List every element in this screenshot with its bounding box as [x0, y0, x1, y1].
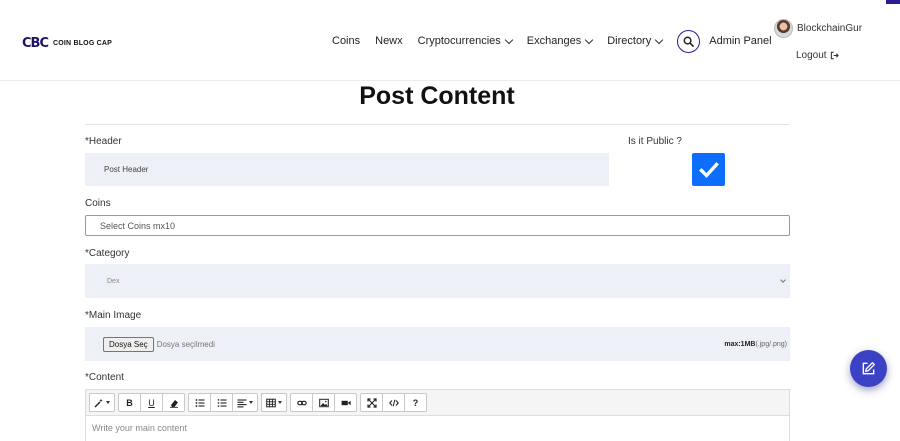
- file-limit-types: (.jpg/.png): [755, 340, 787, 348]
- caret-down-icon: [278, 401, 282, 404]
- avatar: [774, 19, 793, 38]
- nav-item-label: Admin Panel: [709, 35, 772, 47]
- bold-button[interactable]: B: [118, 393, 141, 412]
- coins-label: Coins: [85, 198, 111, 209]
- numbered-list-icon: [217, 398, 226, 407]
- header-input[interactable]: Post Header: [85, 153, 609, 186]
- main-nav: Coins Newx Cryptocurrencies Exchanges Di…: [332, 28, 787, 54]
- username: BlockchainGur: [797, 23, 863, 34]
- user-menu[interactable]: BlockchainGur: [774, 19, 862, 38]
- content-editor-area[interactable]: Write your main content: [86, 416, 789, 440]
- content-label: *Content: [85, 372, 124, 383]
- content-editor: B U ? Write your main content: [85, 389, 790, 441]
- header-placeholder: Post Header: [104, 165, 149, 174]
- chevron-down-icon: [584, 35, 594, 44]
- nav-item-newx[interactable]: Newx: [375, 35, 403, 47]
- align-left-icon: [237, 398, 247, 407]
- help-icon: ?: [412, 397, 419, 408]
- main-image-field: Dosya Seç Dosya seçilmedi max:1MB(.jpg/.…: [85, 327, 790, 361]
- chevron-down-icon: [654, 35, 664, 44]
- image-icon: [318, 398, 329, 407]
- nav-item-label: Newx: [375, 35, 403, 47]
- file-limit: max:1MB(.jpg/.png): [724, 341, 787, 348]
- bullet-list-button[interactable]: [188, 393, 211, 412]
- image-button[interactable]: [312, 393, 335, 412]
- link-button[interactable]: [290, 393, 313, 412]
- category-select[interactable]: Dex: [85, 264, 790, 298]
- category-label: *Category: [85, 248, 130, 259]
- code-icon: [388, 399, 399, 406]
- search-icon: [683, 36, 695, 47]
- link-icon: [296, 400, 307, 405]
- edit-icon: [862, 362, 875, 375]
- header-label: *Header: [85, 136, 122, 147]
- bold-icon: B: [126, 397, 133, 408]
- table-icon: [266, 398, 276, 407]
- paragraph-align-button[interactable]: [232, 393, 258, 412]
- chevron-down-icon: [780, 277, 786, 283]
- corner-accent: [886, 0, 900, 4]
- logo-text: COIN BLOG CAP: [53, 40, 112, 47]
- underline-icon: U: [148, 397, 155, 408]
- divider: [85, 124, 790, 125]
- is-public-checkbox[interactable]: [692, 153, 725, 186]
- caret-down-icon: [106, 401, 110, 404]
- nav-item-cryptocurrencies[interactable]: Cryptocurrencies: [417, 35, 514, 47]
- is-public-label: Is it Public ?: [628, 136, 682, 147]
- chevron-down-icon: [504, 35, 514, 44]
- fullscreen-button[interactable]: [360, 393, 383, 412]
- help-button[interactable]: ?: [404, 393, 427, 412]
- file-status: Dosya seçilmedi: [156, 339, 215, 349]
- logout-link[interactable]: Logout: [796, 50, 839, 61]
- main-image-label: *Main Image: [85, 310, 142, 321]
- bullet-list-icon: [195, 398, 204, 407]
- site-logo[interactable]: CBC COIN BLOG CAP: [22, 36, 112, 51]
- logout-icon: [830, 51, 839, 60]
- logout-label: Logout: [796, 50, 827, 61]
- nav-item-admin-panel[interactable]: Admin Panel: [709, 35, 771, 47]
- magic-wand-icon: [94, 398, 103, 407]
- caret-down-icon: [249, 401, 253, 404]
- nav-item-directory[interactable]: Directory: [607, 35, 664, 47]
- nav-item-label: Coins: [332, 35, 361, 47]
- style-button[interactable]: [89, 393, 115, 412]
- page-title: Post Content: [359, 82, 515, 110]
- nav-item-label: Cryptocurrencies: [417, 35, 501, 47]
- file-limit-size: max:1MB: [724, 340, 756, 348]
- coins-select-input[interactable]: Select Coins mx10: [85, 215, 790, 236]
- nav-item-label: Directory: [607, 35, 652, 47]
- table-button[interactable]: [261, 393, 287, 412]
- clear-format-button[interactable]: [162, 393, 185, 412]
- logo-mark: CBC: [22, 36, 49, 51]
- fullscreen-icon: [366, 397, 377, 408]
- code-view-button[interactable]: [382, 393, 405, 412]
- new-post-fab[interactable]: [850, 350, 887, 387]
- search-button[interactable]: [677, 29, 701, 53]
- nav-item-coins[interactable]: Coins: [332, 35, 360, 47]
- eraser-icon: [169, 399, 178, 408]
- underline-button[interactable]: U: [140, 393, 163, 412]
- choose-file-button[interactable]: Dosya Seç: [103, 336, 154, 352]
- nav-item-label: Exchanges: [526, 35, 582, 47]
- content-placeholder: Write your main content: [92, 423, 187, 433]
- video-icon: [341, 400, 351, 405]
- category-selected: Dex: [107, 277, 120, 285]
- numbered-list-button[interactable]: [210, 393, 233, 412]
- top-navbar: CBC COIN BLOG CAP Coins Newx Cryptocurre…: [0, 0, 900, 81]
- video-button[interactable]: [334, 393, 357, 412]
- coins-placeholder: Select Coins mx10: [100, 220, 176, 231]
- nav-item-exchanges[interactable]: Exchanges: [526, 35, 594, 47]
- checkmark-icon: [698, 161, 719, 178]
- editor-toolbar: B U ?: [86, 390, 789, 416]
